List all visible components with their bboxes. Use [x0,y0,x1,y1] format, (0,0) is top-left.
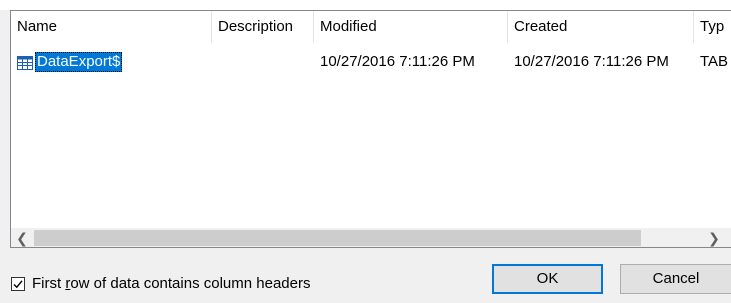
row-description-cell [212,51,314,73]
column-header-created[interactable]: Created [508,11,694,43]
ok-button[interactable]: OK [492,264,603,294]
column-header-modified[interactable]: Modified [314,11,508,43]
label-part-before: First [32,275,66,292]
label-part-after: ow of data contains column headers [70,275,311,292]
column-headers-option[interactable]: First row of data contains column header… [11,275,310,292]
row-name-cell[interactable]: DataExport$ [11,51,212,73]
column-header-description[interactable]: Description [212,11,314,43]
row-name-label: DataExport$ [35,52,123,72]
row-modified-cell: 10/27/2016 7:11:26 PM [320,53,475,70]
horizontal-scrollbar[interactable]: ❮ ❯ [11,228,731,247]
row-type-cell: TAB [700,53,729,70]
row-created-cell: 10/27/2016 7:11:26 PM [514,53,669,70]
scroll-thumb[interactable] [34,230,641,246]
column-headers-checkbox[interactable] [11,276,25,291]
column-header-name[interactable]: Name [11,11,212,43]
table-row[interactable]: DataExport$ 10/27/2016 7:11:26 PM 10/27/… [11,51,731,73]
checkmark-icon [13,279,23,288]
scroll-left-icon[interactable]: ❮ [11,228,33,247]
table-list-view[interactable]: Name Description Modified Created Typ Da… [10,10,731,248]
list-header: Name Description Modified Created Typ [11,11,731,43]
table-icon [17,55,33,70]
column-headers-label: First row of data contains column header… [32,275,310,292]
cancel-button[interactable]: Cancel [620,264,731,294]
clipped-dialog-text [0,0,731,10]
scroll-right-icon[interactable]: ❯ [703,228,725,247]
column-header-type[interactable]: Typ [694,11,731,43]
